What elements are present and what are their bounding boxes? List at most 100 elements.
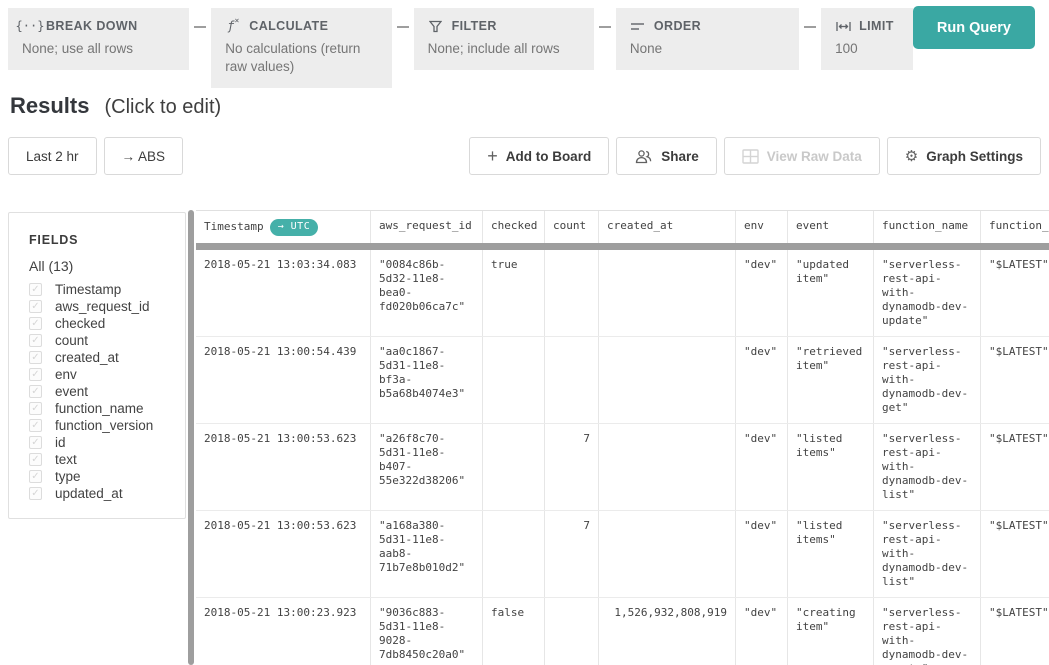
add-to-board-button[interactable]: + Add to Board [469,137,610,175]
share-button[interactable]: Share [616,137,717,175]
column-header-created-at[interactable]: created_at [599,211,736,243]
checkbox-icon: ✓ [29,300,42,313]
graph-settings-button[interactable]: ⚙ Graph Settings [886,137,1041,175]
gear-icon: ⚙ [904,146,919,165]
order-block[interactable]: ORDER None [615,8,800,70]
table-row: 2018-05-21 13:00:53.623 "a168a380-5d31-1… [196,511,1049,598]
checkbox-icon: ✓ [29,470,42,483]
cell-function-name: "serverless-rest-api-with-dynamodb-dev-l… [874,511,981,597]
filter-block[interactable]: FILTER None; include all rows [413,8,594,70]
cell-count: 7 [545,424,599,510]
cell-env: "dev" [736,337,788,423]
cell-aws-request-id: "0084c86b-5d32-11e8-bea0-fd020b06ca7c" [371,250,483,336]
query-builder-bar: {··} BREAK DOWN None; use all rows ƒ × CA… [8,6,1049,88]
field-checkbox-type[interactable]: ✓ type [29,468,177,485]
view-raw-data-label: View Raw Data [766,148,862,164]
field-checkbox-env[interactable]: ✓ env [29,366,177,383]
view-raw-data-button[interactable]: View Raw Data [723,137,880,175]
field-checkbox-created-at[interactable]: ✓ created_at [29,349,177,366]
abs-toggle-button[interactable]: → ABS [103,137,184,175]
checkbox-icon: ✓ [29,334,42,347]
column-header-env[interactable]: env [736,211,788,243]
table-row: 2018-05-21 13:00:54.439 "aa0c1867-5d31-1… [196,337,1049,424]
cell-created-at [599,424,736,510]
cell-env: "dev" [736,424,788,510]
cell-checked [483,424,545,510]
fields-all-count[interactable]: All (13) [29,258,177,274]
field-checkbox-aws-request-id[interactable]: ✓ aws_request_id [29,298,177,315]
filter-value: None; include all rows [427,41,560,56]
order-value: None [629,41,663,56]
horizontal-scrollbar[interactable] [196,243,1049,250]
table-row: 2018-05-21 13:03:34.083 "0084c86b-5d32-1… [196,250,1049,337]
column-header-timestamp[interactable]: Timestamp → UTC [196,211,371,243]
cell-timestamp: 2018-05-21 13:00:54.439 [196,337,371,423]
cell-function-name: "serverless-rest-api-with-dynamodb-dev-l… [874,424,981,510]
field-checkbox-timestamp[interactable]: ✓ Timestamp [29,281,177,298]
run-query-button[interactable]: Run Query [912,6,1035,49]
cell-checked: true [483,250,545,336]
time-range-button[interactable]: Last 2 hr [8,137,97,175]
block-connector [194,26,207,28]
cell-timestamp: 2018-05-21 13:03:34.083 [196,250,371,336]
toolbar-right-group: + Add to Board Share View Raw Data ⚙ Gra… [469,137,1041,175]
cell-function-version: "$LATEST" [981,424,1049,510]
calculate-block[interactable]: ƒ × CALCULATE No calculations (return raw… [211,8,392,88]
cell-checked [483,511,545,597]
cell-function-version: "$LATEST" [981,511,1049,597]
cell-timestamp: 2018-05-21 13:00:23.923 [196,598,371,665]
cell-event: "creating item" [788,598,874,665]
column-header-count[interactable]: count [545,211,599,243]
fields-panel-title: FIELDS [29,233,79,247]
abs-label: → ABS [121,148,166,164]
braces-icon: {··} [15,19,45,33]
cell-timestamp: 2018-05-21 13:00:53.623 [196,511,371,597]
field-checkbox-updated-at[interactable]: ✓ updated_at [29,485,177,502]
add-to-board-label: Add to Board [505,148,592,164]
calculate-label: CALCULATE [249,19,329,33]
utc-badge[interactable]: → UTC [269,219,319,236]
break-down-block[interactable]: {··} BREAK DOWN None; use all rows [8,8,190,70]
field-checkbox-function-name[interactable]: ✓ function_name [29,400,177,417]
column-header-checked[interactable]: checked [483,211,545,243]
cell-function-name: "serverless-rest-api-with-dynamodb-dev-c… [874,598,981,665]
field-checkbox-event[interactable]: ✓ event [29,383,177,400]
people-icon [634,149,653,164]
results-table: Timestamp → UTC aws_request_id checked co… [196,210,1049,665]
cell-checked: false [483,598,545,665]
checkbox-icon: ✓ [29,385,42,398]
field-checkbox-text[interactable]: ✓ text [29,451,177,468]
cell-aws-request-id: "aa0c1867-5d31-11e8-bf3a-b5a68b4074e3" [371,337,483,423]
column-header-aws-request-id[interactable]: aws_request_id [371,211,483,243]
share-label: Share [661,148,699,164]
time-range-label: Last 2 hr [26,148,79,164]
column-header-event[interactable]: event [788,211,874,243]
block-connector [804,26,817,28]
cell-function-version: "$LATEST" [981,598,1049,665]
checkbox-icon: ✓ [29,317,42,330]
field-checkbox-id[interactable]: ✓ id [29,434,177,451]
cell-event: "retrieved item" [788,337,874,423]
limit-label: LIMIT [859,19,894,33]
results-heading[interactable]: Results (Click to edit) [10,93,221,119]
column-header-function-name[interactable]: function_name [874,211,981,243]
order-label: ORDER [653,19,702,33]
cell-event: "listed items" [788,511,874,597]
cell-count: 7 [545,511,599,597]
checkbox-icon: ✓ [29,402,42,415]
field-checkbox-function-version[interactable]: ✓ function_version [29,417,177,434]
checkbox-icon: ✓ [29,283,42,296]
field-checkbox-count[interactable]: ✓ count [29,332,177,349]
cell-function-name: "serverless-rest-api-with-dynamodb-dev-u… [874,250,981,336]
plus-icon: + [487,146,498,166]
click-to-edit-hint[interactable]: (Click to edit) [104,96,221,119]
break-down-label: BREAK DOWN [46,19,138,33]
column-header-function-version[interactable]: function_version [981,211,1049,243]
cell-env: "dev" [736,511,788,597]
checkbox-icon: ✓ [29,351,42,364]
limit-block[interactable]: LIMIT 100 [821,8,913,70]
vertical-scrollbar[interactable] [188,210,194,665]
funnel-icon [428,20,444,33]
cell-aws-request-id: "a168a380-5d31-11e8-aab8-71b7e8b010d2" [371,511,483,597]
field-checkbox-checked[interactable]: ✓ checked [29,315,177,332]
